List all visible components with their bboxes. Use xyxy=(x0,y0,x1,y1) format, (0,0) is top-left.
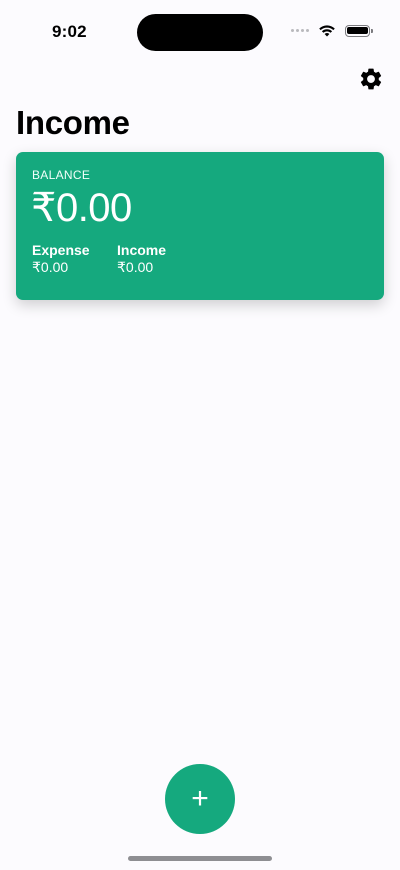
balance-card: BALANCE ₹0.00 Expense ₹0.00 Income ₹0.00 xyxy=(16,152,384,300)
expense-amount: ₹0.00 xyxy=(32,259,69,275)
balance-amount: ₹0.00 xyxy=(31,186,132,230)
page-title: Income xyxy=(16,104,130,141)
battery-icon xyxy=(345,24,373,37)
settings-button[interactable] xyxy=(358,66,384,92)
status-icons xyxy=(291,24,373,37)
gear-icon xyxy=(360,68,382,90)
dynamic-island xyxy=(137,14,263,51)
balance-label: BALANCE xyxy=(32,168,91,182)
status-time: 9:02 xyxy=(52,22,87,41)
wifi-icon xyxy=(319,25,335,37)
income-screen: 9:02 Income BALANCE ₹0.00 Expense ₹0.00 … xyxy=(0,0,400,870)
home-indicator[interactable] xyxy=(128,856,272,861)
income-label: Income xyxy=(117,242,167,258)
plus-icon: + xyxy=(191,782,209,815)
cellular-signal-icon xyxy=(291,29,309,32)
expense-label: Expense xyxy=(32,242,90,258)
status-bar: 9:02 xyxy=(0,0,400,60)
add-transaction-button[interactable]: + xyxy=(165,764,235,834)
income-amount: ₹0.00 xyxy=(117,259,154,275)
expense-summary: Expense ₹0.00 xyxy=(32,241,90,276)
income-summary: Income ₹0.00 xyxy=(117,241,166,276)
